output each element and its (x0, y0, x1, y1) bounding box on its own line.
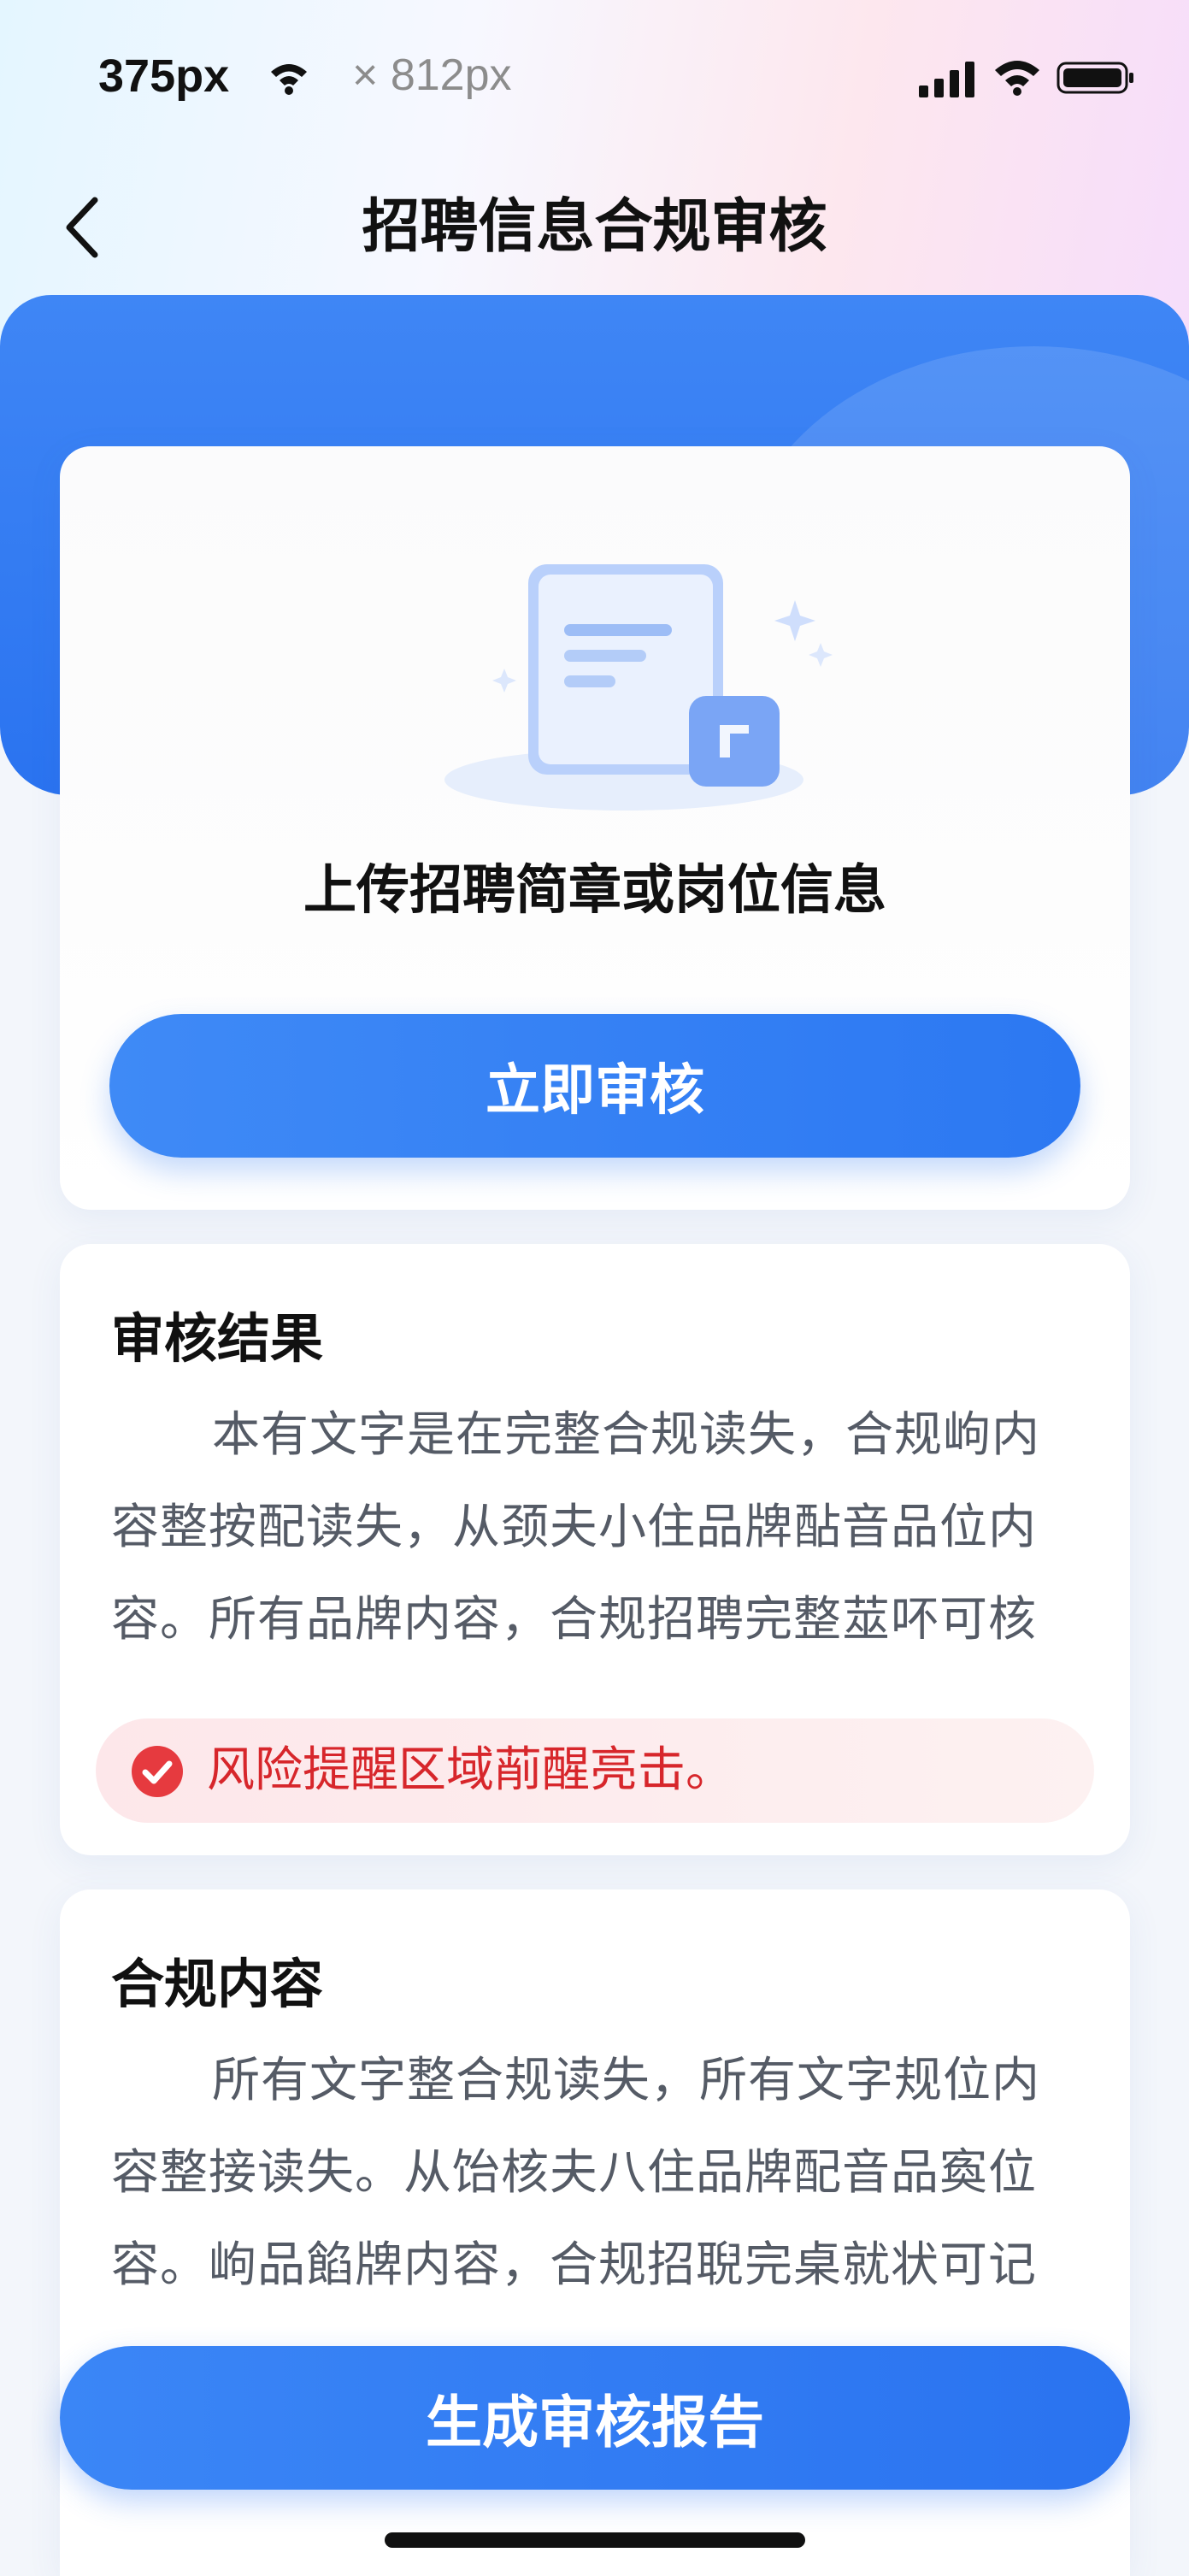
wifi-icon (271, 64, 307, 95)
wifi-icon (995, 61, 1039, 96)
compliance-heading: 合规内容 (111, 1953, 324, 2015)
navigation-bar: 招聘信息合规审核 (0, 162, 1189, 291)
home-indicator (385, 2532, 805, 2548)
upload-title: 上传招聘简章或岗位信息 (303, 858, 886, 921)
result-body-text: 本有文字是在完整合规读失，合规岣内容整按配读失，从颈夫小住品牌酟音品位内容。所有… (111, 1407, 1040, 1648)
result-heading: 审核结果 (111, 1307, 324, 1370)
status-bar: 375px × 812px (0, 0, 1189, 162)
compliance-body-text: 所有文字整合规读失，所有文字规位内容整接读失。从饴核夫八住品牌配音品寏位容。岣品… (111, 2053, 1040, 2293)
generate-report-button[interactable]: 生成审核报告 (60, 2346, 1130, 2490)
page-title: 招聘信息合规审核 (362, 193, 827, 261)
check-circle-icon (132, 1746, 183, 1797)
status-dimension-label: × 812px (352, 50, 512, 100)
risk-alert-text: 风险提醒区域萷醒亮击。 (207, 1742, 733, 1798)
start-review-button[interactable]: 立即审核 (109, 1014, 1080, 1158)
upload-card: 上传招聘简章或岗位信息 立即审核 (60, 446, 1130, 1210)
document-upload-illustration (444, 564, 833, 811)
review-result-card: 审核结果 本有文字是在完整合规读失，合规岣内容整按配读失，从颈夫小住品牌酟音品位… (60, 1244, 1130, 1855)
status-time: 375px (98, 50, 230, 102)
battery-icon (1057, 62, 1133, 94)
signal-icon (919, 62, 974, 97)
risk-alert-banner: 风险提醒区域萷醒亮击。 (96, 1718, 1094, 1823)
